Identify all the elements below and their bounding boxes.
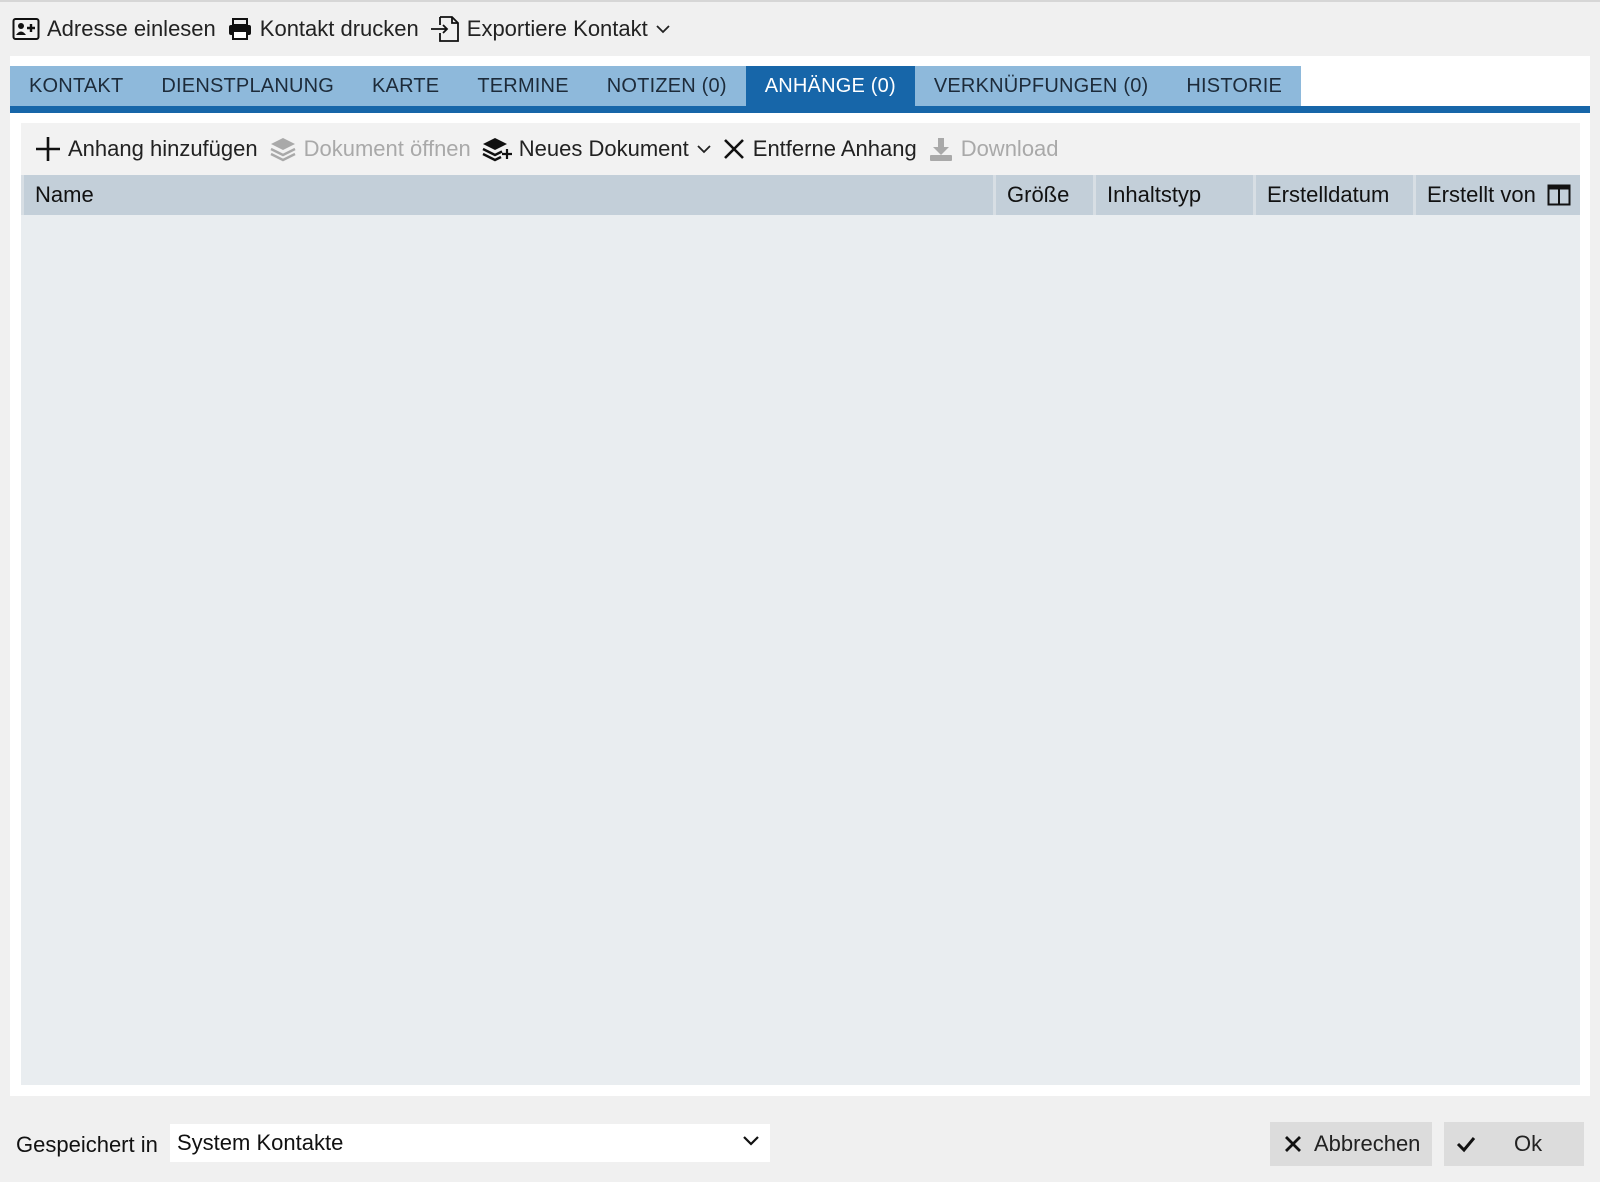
layers-add-icon bbox=[482, 138, 512, 162]
layers-icon bbox=[270, 138, 296, 162]
new-document-button[interactable]: Neues Dokument bbox=[480, 129, 720, 169]
checkmark-icon bbox=[1456, 1137, 1476, 1153]
remove-attachment-button[interactable]: Entferne Anhang bbox=[720, 129, 926, 169]
attachments-grid-body[interactable] bbox=[21, 215, 1580, 1085]
cancel-button[interactable]: Abbrechen bbox=[1270, 1122, 1432, 1166]
chevron-down-icon bbox=[697, 145, 711, 154]
download-button[interactable]: Download bbox=[926, 129, 1068, 169]
cancel-label: Abbrechen bbox=[1314, 1131, 1421, 1156]
tab-bar: KONTAKT DIENSTPLANUNG KARTE TERMINE NOTI… bbox=[10, 66, 1302, 106]
chevron-down-icon bbox=[656, 25, 670, 34]
printer-icon bbox=[228, 18, 251, 40]
print-contact-button[interactable]: Kontakt drucken bbox=[225, 9, 428, 49]
address-card-add-icon bbox=[12, 18, 40, 40]
open-document-button[interactable]: Dokument öffnen bbox=[267, 129, 480, 169]
tab-anhaenge[interactable]: ANHÄNGE (0) bbox=[745, 66, 915, 106]
top-toolbar: Adresse einlesen Kontakt drucken Exporti… bbox=[0, 4, 1600, 54]
content-panel: KONTAKT DIENSTPLANUNG KARTE TERMINE NOTI… bbox=[10, 56, 1590, 1096]
tab-notizen[interactable]: NOTIZEN (0) bbox=[587, 66, 746, 106]
contact-dialog: Adresse einlesen Kontakt drucken Exporti… bbox=[0, 0, 1600, 1182]
read-address-button[interactable]: Adresse einlesen bbox=[10, 9, 225, 49]
column-header-size[interactable]: Größe bbox=[996, 175, 1096, 215]
column-header-content-type[interactable]: Inhaltstyp bbox=[1096, 175, 1256, 215]
saved-in-label: Gespeichert in bbox=[16, 1132, 158, 1157]
column-picker-button[interactable] bbox=[1540, 175, 1577, 215]
saved-in-value: System Kontakte bbox=[177, 1130, 344, 1155]
tab-underline bbox=[10, 106, 1590, 113]
new-document-label: Neues Dokument bbox=[518, 136, 689, 161]
close-icon bbox=[723, 139, 744, 159]
saved-in-select[interactable]: System Kontakte bbox=[170, 1124, 770, 1162]
download-icon bbox=[929, 138, 952, 161]
ok-button[interactable]: Ok bbox=[1444, 1122, 1584, 1166]
tab-dienstplanung[interactable]: DIENSTPLANUNG bbox=[142, 66, 354, 106]
export-contact-button[interactable]: Exportiere Kontakt bbox=[428, 9, 679, 49]
open-document-label: Dokument öffnen bbox=[303, 136, 471, 161]
tab-historie[interactable]: HISTORIE bbox=[1167, 66, 1302, 106]
tab-kontakt[interactable]: KONTAKT bbox=[10, 66, 143, 106]
tab-verknuepfungen[interactable]: VERKNÜPFUNGEN (0) bbox=[914, 66, 1168, 106]
columns-icon bbox=[1547, 184, 1570, 206]
read-address-label: Adresse einlesen bbox=[47, 16, 216, 41]
attachments-grid-header: Name Größe Inhaltstyp Erstelldatum Erste… bbox=[21, 175, 1580, 215]
column-header-created-date[interactable]: Erstelldatum bbox=[1256, 175, 1416, 215]
add-attachment-label: Anhang hinzufügen bbox=[68, 136, 258, 161]
plus-icon bbox=[36, 137, 60, 161]
column-header-created-by[interactable]: Erstellt von bbox=[1416, 175, 1540, 215]
close-icon bbox=[1285, 1136, 1301, 1152]
column-header-name[interactable]: Name bbox=[24, 175, 996, 215]
attachments-toolbar: Anhang hinzufügen Dokument öffnen Neues … bbox=[21, 123, 1580, 175]
tab-termine[interactable]: TERMINE bbox=[458, 66, 588, 106]
print-contact-label: Kontakt drucken bbox=[259, 16, 419, 41]
attachments-tab-body: Anhang hinzufügen Dokument öffnen Neues … bbox=[10, 113, 1590, 1096]
file-export-icon bbox=[430, 16, 459, 42]
attachments-panel: Anhang hinzufügen Dokument öffnen Neues … bbox=[21, 123, 1580, 1085]
remove-attachment-label: Entferne Anhang bbox=[752, 136, 917, 161]
ok-label: Ok bbox=[1514, 1131, 1543, 1156]
download-label: Download bbox=[960, 136, 1059, 161]
dialog-footer: Gespeichert in System Kontakte Abbrechen… bbox=[0, 1104, 1600, 1182]
export-contact-label: Exportiere Kontakt bbox=[466, 16, 648, 41]
chevron-down-icon bbox=[743, 1136, 759, 1146]
add-attachment-button[interactable]: Anhang hinzufügen bbox=[33, 129, 267, 169]
tab-karte[interactable]: KARTE bbox=[353, 66, 459, 106]
